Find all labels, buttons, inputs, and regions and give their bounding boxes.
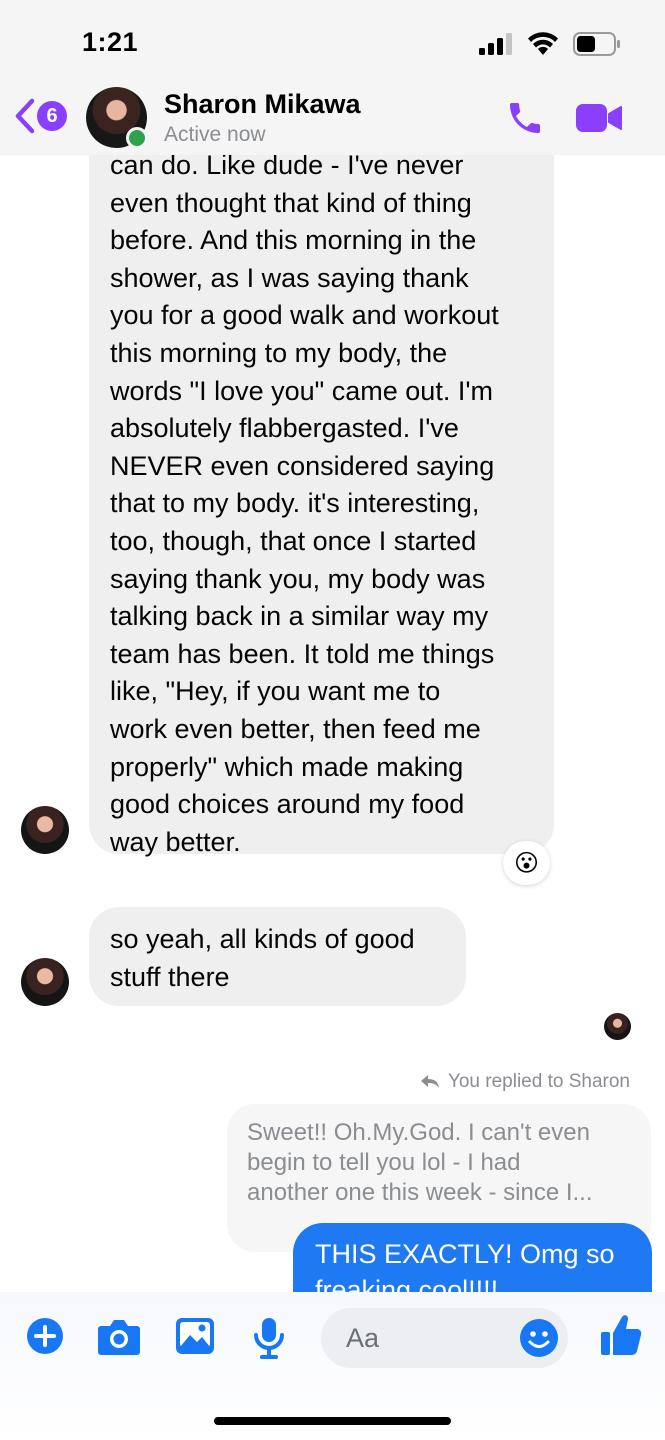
- message-line: properly" which made making: [110, 751, 464, 782]
- message-line: stuff there: [110, 961, 230, 992]
- message-line: team has been. It told me things: [110, 638, 495, 669]
- contact-name[interactable]: Sharon Mikawa: [164, 89, 361, 120]
- online-status-indicator: [126, 127, 148, 149]
- emoji-button[interactable]: [519, 1318, 559, 1363]
- outgoing-message-bubble[interactable]: THIS EXACTLY! Omg so freaking cool!!!!: [293, 1223, 652, 1292]
- read-receipt-avatar: [604, 1013, 631, 1040]
- contact-status: Active now: [164, 123, 266, 146]
- signal-icon: [479, 33, 512, 55]
- reply-arrow-icon: [420, 1075, 439, 1088]
- message-line: good choices around my food: [110, 789, 465, 820]
- incoming-message-bubble[interactable]: so yeah, all kinds of good stuff there: [89, 907, 466, 1006]
- unread-count-badge: 6: [37, 101, 67, 131]
- thumbs-up-icon: [601, 1315, 642, 1355]
- message-line: before. And this morning in the: [110, 225, 477, 256]
- message-list[interactable]: can do. Like dude - I've never even thou…: [0, 0, 665, 1292]
- chevron-left-icon: [15, 98, 35, 134]
- reply-indicator: You replied to Sharon: [420, 1071, 630, 1093]
- status-time: 1:21: [82, 27, 139, 57]
- phone-icon: [510, 103, 540, 133]
- message-line: that to my body. it's interesting,: [110, 488, 480, 519]
- video-camera-icon: [576, 104, 622, 132]
- message-line: way better.: [110, 826, 241, 857]
- plus-icon: [27, 1318, 63, 1354]
- message-line: too, though, that once I started: [110, 525, 477, 556]
- voice-message-button[interactable]: [253, 1317, 285, 1364]
- message-line: NEVER even considered saying: [110, 450, 495, 481]
- quoted-line: another one this week - since I...: [247, 1179, 593, 1206]
- image-icon: [176, 1318, 214, 1354]
- message-line: words "I love you" came out. I'm: [110, 375, 493, 406]
- camera-button[interactable]: [97, 1317, 141, 1362]
- camera-icon: [98, 1320, 140, 1355]
- quoted-line: Sweet!! Oh.My.God. I can't even: [247, 1119, 590, 1146]
- video-call-button[interactable]: [576, 103, 622, 138]
- reply-note-text: You replied to Sharon: [447, 1071, 630, 1092]
- sender-avatar[interactable]: [21, 958, 69, 1006]
- gallery-button[interactable]: [175, 1317, 215, 1360]
- status-icons: [479, 32, 621, 56]
- sender-avatar[interactable]: [21, 806, 69, 854]
- message-line: talking back in a similar way my: [110, 601, 489, 632]
- chat-header: 1:21 6 Sharon Mikawa Active now: [0, 0, 665, 155]
- message-line: even thought that kind of thing: [110, 187, 472, 218]
- reaction-badge[interactable]: 😮: [503, 841, 550, 885]
- quoted-line: begin to tell you lol - I had: [247, 1149, 521, 1176]
- home-indicator: [214, 1417, 451, 1425]
- back-button[interactable]: 6: [14, 98, 67, 134]
- message-input-placeholder: Aa: [346, 1323, 380, 1353]
- message-line: freaking cool!!!!: [315, 1275, 499, 1292]
- message-line: you for a good walk and workout: [110, 300, 499, 331]
- message-line: so yeah, all kinds of good: [110, 924, 415, 954]
- message-line: saying thank you, my body was: [110, 563, 486, 594]
- message-line: work even better, then feed me: [110, 713, 481, 744]
- message-line: like, "Hey, if you want me to: [110, 676, 441, 707]
- incoming-message-bubble[interactable]: can do. Like dude - I've never even thou…: [89, 120, 554, 857]
- message-line: absolutely flabbergasted. I've: [110, 413, 459, 444]
- microphone-icon: [254, 1318, 284, 1359]
- message-line: shower, as I was saying thank: [110, 262, 469, 293]
- battery-icon: [573, 32, 620, 56]
- surprised-emoji-icon: 😮: [513, 849, 540, 877]
- audio-call-button[interactable]: [505, 98, 545, 143]
- wifi-icon: [528, 32, 558, 55]
- message-line: this morning to my body, the: [110, 337, 448, 368]
- more-actions-button[interactable]: [26, 1317, 64, 1360]
- like-button[interactable]: [600, 1313, 642, 1362]
- emoji-icon: [520, 1319, 558, 1357]
- message-line: THIS EXACTLY! Omg so: [315, 1239, 615, 1269]
